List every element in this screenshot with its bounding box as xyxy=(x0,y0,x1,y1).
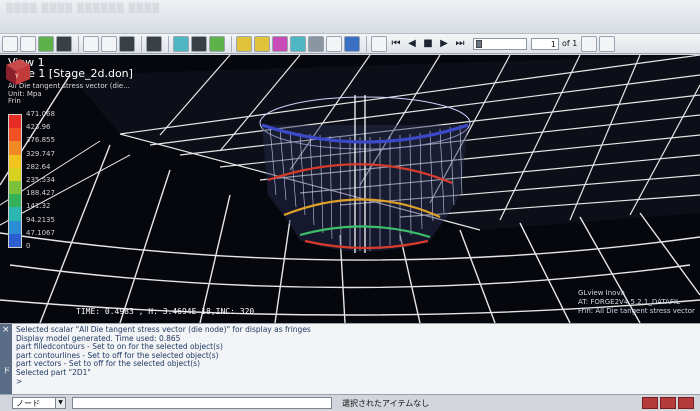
color-legend: 471.068 423.96 376.855 329.747 282.64 235.534… xyxy=(8,110,68,250)
settings-icon[interactable] xyxy=(599,35,616,52)
stop-button[interactable]: ■ xyxy=(421,37,435,51)
legend-color-segment xyxy=(9,220,21,234)
node-pick-icon[interactable] xyxy=(254,35,270,52)
pick-mode-value: ノード xyxy=(16,399,40,408)
legend-value: 141.32 xyxy=(26,202,51,211)
legend-value: 47.1067 xyxy=(26,228,55,237)
legend-value: 329.747 xyxy=(26,149,55,158)
message-console[interactable]: × コマンド Selected scalar "All Die tangent … xyxy=(0,323,700,395)
console-line: > xyxy=(16,376,23,386)
transform-icon[interactable] xyxy=(344,35,360,52)
window-controls xyxy=(642,397,696,409)
frin-label: Frin xyxy=(8,97,21,105)
title-bar-washed-out: ▒▒▒▒ ▒▒▒▒ ▒▒▒▒▒▒ ▒▒▒▒ xyxy=(6,4,161,14)
legend-color-segment xyxy=(9,128,21,142)
legend-value: 471.068 xyxy=(26,110,55,118)
console-line: Selected part "2D1" xyxy=(16,367,91,377)
3d-viewport[interactable]: View 1 Case 1 [Stage_2d.don] All Die tan… xyxy=(0,55,700,323)
toolbar-separator xyxy=(366,35,367,52)
animate-icon[interactable] xyxy=(371,35,387,52)
play-button[interactable]: ▶ xyxy=(437,37,451,51)
legend-color-segment xyxy=(9,194,21,208)
model-info-box: GLview Inova AT: FORGE2V4.5.2.1_DATAFIL … xyxy=(578,289,698,319)
legend-color-segment xyxy=(9,207,21,221)
toolbar-separator xyxy=(168,35,169,52)
measure-icon[interactable] xyxy=(236,35,252,52)
svg-text:Y: Y xyxy=(14,73,19,80)
command-input[interactable] xyxy=(72,397,332,409)
last-frame-button[interactable]: ⏭ xyxy=(453,37,467,51)
console-line: part vectors - Set to off for the select… xyxy=(16,359,200,369)
fit-view-icon[interactable] xyxy=(20,35,36,52)
render-icon[interactable] xyxy=(209,35,225,52)
info-line: GLview Inova xyxy=(578,289,625,297)
legend-value: 423.96 xyxy=(26,123,51,132)
legend-value: 0 xyxy=(26,242,31,250)
legend-color-segment xyxy=(9,180,21,195)
legend-color-segment xyxy=(9,233,21,247)
legend-value: 282.64 xyxy=(26,162,51,171)
orientation-cube-icon[interactable]: Y xyxy=(0,55,34,89)
legend-value: 376.855 xyxy=(26,136,55,145)
toolbar-separator xyxy=(141,35,142,52)
frame-field[interactable]: 1 xyxy=(531,37,559,50)
element-pick-icon[interactable] xyxy=(272,35,288,52)
legend-color-bar xyxy=(8,114,22,248)
dark-cube-icon[interactable] xyxy=(56,35,72,52)
maximize-icon[interactable] xyxy=(660,397,676,409)
chevron-down-icon[interactable]: ▼ xyxy=(55,398,65,408)
close-window-icon[interactable] xyxy=(678,397,694,409)
panel-icon[interactable] xyxy=(119,35,135,52)
shaded-icon[interactable] xyxy=(191,35,207,52)
prev-frame-button[interactable]: ◀ xyxy=(405,37,419,51)
time-increment-status: TIME: 0.4983 , H: 3.4694E-18,INC: 320 xyxy=(76,307,255,316)
frame-count-label: of 1 xyxy=(562,39,578,48)
minimize-icon[interactable] xyxy=(642,397,658,409)
selection-status: 選択されたアイテムなし xyxy=(342,399,430,408)
legend-color-segment xyxy=(9,167,21,181)
first-frame-button[interactable]: ⏮ xyxy=(389,37,403,51)
title-bar: ▒▒▒▒ ▒▒▒▒ ▒▒▒▒▒▒ ▒▒▒▒ xyxy=(0,0,700,34)
clip-icon[interactable] xyxy=(326,35,342,52)
frame-slider-thumb[interactable] xyxy=(476,39,482,48)
console-body: Selected scalar "All Die tangent stress … xyxy=(16,325,696,393)
toolbar-separator xyxy=(78,35,79,52)
legend-value: 235.534 xyxy=(26,176,55,184)
mesh-icon[interactable] xyxy=(173,35,189,52)
legend-value: 188.427 xyxy=(26,189,55,198)
app-window: ▒▒▒▒ ▒▒▒▒ ▒▒▒▒▒▒ ▒▒▒▒ ⏮ ◀ ■ ▶ ⏭ 1 of 1 V… xyxy=(0,0,700,411)
cube-view-icon[interactable] xyxy=(2,35,18,52)
pick-mode-select[interactable]: ノード ▼ xyxy=(12,397,66,409)
info-line: Frin: All Die tangent stress vector xyxy=(578,307,695,315)
bottom-status-bar: ノード ▼ 選択されたアイテムなし xyxy=(0,394,700,411)
toolbar: ⏮ ◀ ■ ▶ ⏭ 1 of 1 xyxy=(0,34,700,54)
info-line: AT: FORGE2V4.5.2.1_DATAFIL xyxy=(578,298,680,306)
frame-slider[interactable] xyxy=(473,37,527,50)
close-icon[interactable]: × xyxy=(2,326,10,335)
toolbar-separator xyxy=(231,35,232,52)
grid-icon[interactable] xyxy=(83,35,99,52)
contour-icon[interactable] xyxy=(290,35,306,52)
swap-icon[interactable] xyxy=(581,35,598,52)
legend-value: 94.2135 xyxy=(26,215,55,224)
legend-color-segment xyxy=(9,115,21,129)
legend-color-segment xyxy=(9,154,21,168)
vector-icon[interactable] xyxy=(308,35,324,52)
mesh-render xyxy=(0,55,700,323)
frame-icon[interactable] xyxy=(146,35,162,52)
table-icon[interactable] xyxy=(101,35,117,52)
console-tab[interactable]: × コマンド xyxy=(0,324,22,395)
legend-color-segment xyxy=(9,141,21,155)
solid-cube-icon[interactable] xyxy=(38,35,54,52)
